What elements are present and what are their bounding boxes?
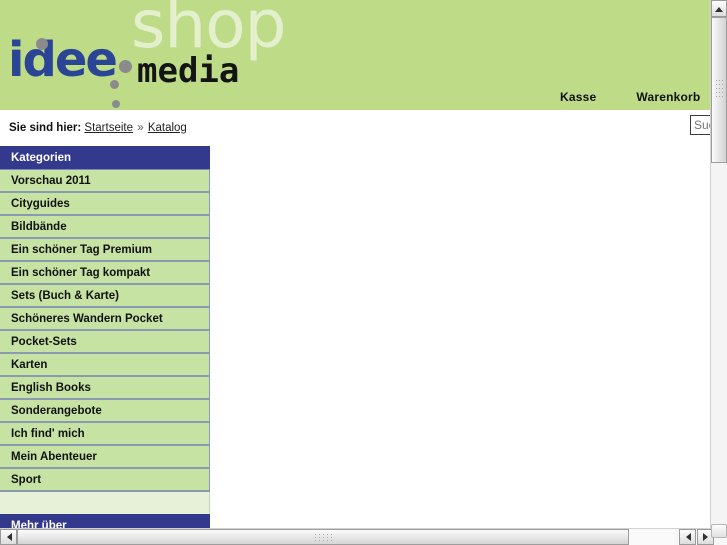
sidebar-item[interactable]: Sport: [0, 469, 210, 492]
vertical-scrollbar[interactable]: [710, 0, 727, 528]
triangle-left-icon: [685, 533, 691, 541]
breadcrumb: Sie sind hier: Startseite » Katalog: [9, 122, 187, 134]
sidebar-item[interactable]: Sonderangebote: [0, 400, 210, 423]
scroll-up-arrow-icon[interactable]: [711, 0, 727, 17]
horizontal-scrollbar-track[interactable]: [17, 529, 674, 545]
sidebar-spacer: [0, 492, 210, 514]
sidebar-item[interactable]: Ein schöner Tag Premium: [0, 239, 210, 262]
sidebar-item[interactable]: Vorschau 2011: [0, 170, 210, 193]
site-header-banner: shop idee media Kasse Warenkorb: [0, 0, 710, 110]
sidebar-item[interactable]: Schöneres Wandern Pocket: [0, 308, 210, 331]
sidebar-item[interactable]: English Books: [0, 377, 210, 400]
logo-dot-icon: [112, 100, 120, 108]
sidebar-item[interactable]: Pocket-Sets: [0, 331, 210, 354]
top-navigation: Kasse Warenkorb: [560, 88, 710, 110]
site-logo[interactable]: shop idee media: [0, 0, 290, 110]
sidebar-item[interactable]: Mein Abenteuer: [0, 446, 210, 469]
horizontal-scrollbar-thumb[interactable]: [17, 529, 629, 545]
logo-shop-text: shop: [131, 0, 286, 63]
logo-media-text: media: [137, 51, 240, 91]
triangle-left-icon: [6, 533, 12, 541]
vertical-scrollbar-track[interactable]: [711, 17, 727, 528]
category-sidebar: Kategorien Vorschau 2011 Cityguides Bildbä…: [0, 146, 210, 528]
scroll-left-arrow-icon[interactable]: [0, 529, 17, 545]
logo-dot-icon: [36, 38, 48, 50]
logo-brand-text: idee: [8, 32, 118, 88]
scrollbar-grip-icon: [315, 534, 335, 542]
triangle-right-icon: [702, 533, 708, 541]
sidebar-item[interactable]: Ich find' mich: [0, 423, 210, 446]
scroll-left-button[interactable]: [679, 529, 696, 545]
search-input[interactable]: [690, 115, 710, 135]
breadcrumb-separator: »: [137, 122, 144, 134]
sidebar-header-mehr-ueber: Mehr über: [0, 514, 210, 528]
scrollbar-grip-icon: [716, 80, 724, 100]
breadcrumb-link-katalog[interactable]: Katalog: [148, 122, 187, 134]
logo-dot-icon: [110, 80, 119, 89]
browser-viewport: shop idee media Kasse Warenkorb Sie sind …: [0, 0, 710, 528]
sidebar-item[interactable]: Cityguides: [0, 193, 210, 216]
sidebar-item[interactable]: Bildbände: [0, 216, 210, 239]
nav-item-warenkorb[interactable]: Warenkorb: [636, 90, 700, 104]
vertical-scrollbar-thumb[interactable]: [711, 17, 727, 163]
sidebar-item[interactable]: Karten: [0, 354, 210, 377]
sidebar-item[interactable]: Ein schöner Tag kompakt: [0, 262, 210, 285]
breadcrumb-link-startseite[interactable]: Startseite: [84, 122, 133, 134]
nav-item-kasse[interactable]: Kasse: [560, 90, 596, 104]
sidebar-item-list: Vorschau 2011 Cityguides Bildbände Ein schö…: [0, 170, 210, 492]
search-box: [690, 115, 710, 137]
logo-dot-icon: [119, 60, 132, 73]
resize-corner[interactable]: [711, 524, 727, 538]
breadcrumb-label: Sie sind hier:: [9, 122, 82, 134]
breadcrumb-row: Sie sind hier: Startseite » Katalog: [0, 110, 710, 146]
triangle-up-icon: [715, 6, 723, 12]
horizontal-scrollbar[interactable]: [0, 528, 727, 545]
sidebar-item[interactable]: Sets (Buch & Karte): [0, 285, 210, 308]
sidebar-header-kategorien: Kategorien: [0, 146, 210, 170]
